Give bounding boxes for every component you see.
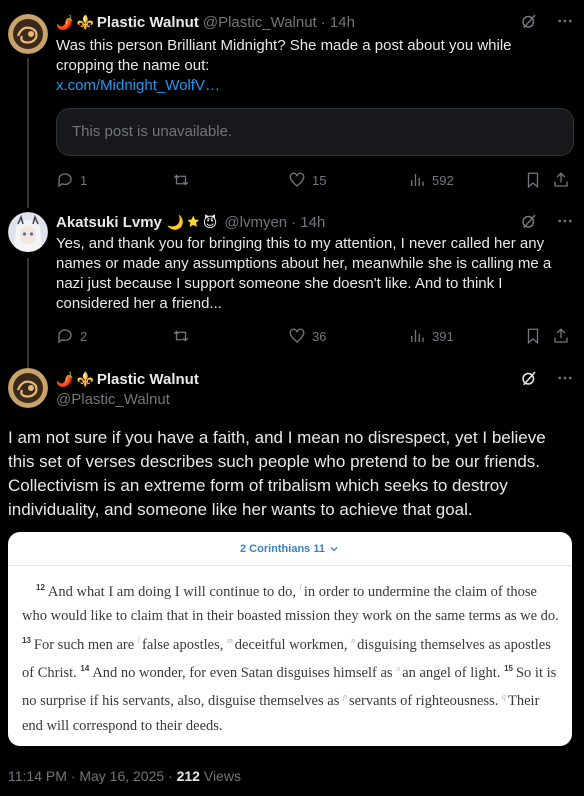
views-count: 212: [176, 768, 200, 784]
action-bar: 2 36 391: [56, 326, 570, 346]
share-icon: [554, 328, 568, 343]
view-count: 592: [432, 172, 454, 188]
views-button[interactable]: 592: [408, 171, 454, 189]
views-button[interactable]: 391: [408, 327, 454, 345]
post-text-body: Was this person Brilliant Midnight? She …: [56, 37, 512, 74]
views-chart-icon: [411, 174, 424, 186]
reply-icon: [58, 329, 72, 344]
cross-reference-marker: o: [396, 664, 401, 674]
verse-segment: And no wonder, for even Satan disguises …: [92, 664, 397, 681]
like-button[interactable]: 15: [288, 171, 326, 189]
focused-post-text: I am not sure if you have a faith, and I…: [8, 428, 546, 519]
thread-line: [27, 258, 29, 368]
bookmark-button[interactable]: [524, 171, 542, 189]
view-count: 391: [432, 328, 454, 344]
display-name[interactable]: Plastic Walnut: [97, 371, 199, 388]
cross-reference-marker: n: [351, 635, 356, 645]
fleur-de-lis-emoji: ⚜️: [76, 370, 94, 387]
verse-segment: an angel of light.: [402, 664, 505, 681]
bookmark-button[interactable]: [524, 327, 542, 345]
cross-reference-marker: p: [342, 692, 347, 702]
more-icon[interactable]: [556, 212, 574, 230]
chili-emoji: 🌶️: [56, 13, 74, 30]
bookmark-icon: [527, 172, 539, 189]
verse-number: 15: [504, 664, 513, 674]
fleur-de-lis-emoji: ⚜️: [76, 13, 94, 30]
reply-button[interactable]: 2: [56, 327, 87, 345]
chapter-selector: 2 Corinthians 11: [8, 532, 572, 566]
display-name[interactable]: Akatsuki Lvmy: [56, 214, 162, 231]
cross-reference-marker: l: [299, 583, 302, 592]
grok-icon[interactable]: [520, 212, 538, 230]
verse-text: 12 And what I am doing I will continue to…: [8, 566, 572, 738]
quoted-post-unavailable[interactable]: This post is unavailable.: [56, 108, 574, 156]
post-header: 🌶️ ⚜️ Plastic Walnut @Plastic_Walnut · 1…: [56, 12, 574, 32]
grok-icon[interactable]: [520, 369, 538, 387]
moon-emoji: 🌙: [166, 213, 185, 230]
verse-segment: And what I am doing I will continue to d…: [47, 583, 300, 600]
post-time[interactable]: · 14h: [291, 214, 325, 231]
reply-count: 2: [80, 328, 88, 344]
user-handle[interactable]: @Plastic_Walnut: [56, 391, 170, 408]
attached-image-bible-verses[interactable]: 2 Corinthians 11 12 And what I am doing I…: [8, 532, 572, 746]
timestamp[interactable]: 11:14 PM · May 16, 2025 ·: [8, 768, 177, 784]
reply-post-1[interactable]: 🌶️ ⚜️ Plastic Walnut @Plastic_Walnut · 1…: [0, 0, 584, 208]
bookmark-icon: [527, 328, 539, 345]
share-icon: [554, 172, 568, 187]
cross-reference-marker: l: [137, 635, 141, 645]
display-name[interactable]: Plastic Walnut: [97, 14, 199, 31]
focused-handle-row: @Plastic_Walnut: [56, 389, 574, 409]
share-button[interactable]: [552, 327, 570, 345]
post-link[interactable]: x.com/Midnight_WolfV…: [56, 77, 220, 94]
avatar[interactable]: [8, 212, 48, 252]
star-emoji: ⭐: [187, 216, 200, 228]
verse-segment: servants of righteousness.: [348, 693, 502, 710]
avatar[interactable]: [8, 14, 48, 54]
reply-button[interactable]: 1: [56, 171, 87, 189]
reply-icon: [58, 173, 72, 188]
focused-post-header: 🌶️ ⚜️ Plastic Walnut: [56, 369, 574, 389]
post-header: Akatsuki Lvmy 🌙 ⭐ 😈 @lvmyen · 14h: [56, 212, 574, 232]
verse-number: 14: [80, 664, 90, 674]
more-icon[interactable]: [556, 12, 574, 30]
repost-icon: [173, 174, 189, 186]
post-text: Was this person Brilliant Midnight? She …: [56, 36, 570, 96]
cross-reference-marker: q: [502, 692, 506, 702]
avatar[interactable]: [8, 368, 48, 408]
reply-post-2[interactable]: Akatsuki Lvmy 🌙 ⭐ 😈 @lvmyen · 14h Yes, a…: [0, 200, 584, 368]
verse-number: 12: [36, 583, 45, 592]
repost-button[interactable]: [172, 327, 190, 345]
verse-segment: For such men are: [33, 636, 138, 653]
repost-icon: [173, 330, 189, 342]
like-button[interactable]: 36: [288, 327, 326, 345]
repost-button[interactable]: [172, 171, 190, 189]
chapter-title: 2 Corinthians 11: [240, 542, 325, 555]
action-bar: 1 15 592: [56, 170, 570, 190]
post-meta: 11:14 PM · May 16, 2025 · 212 Views: [8, 768, 241, 784]
devil-emoji: 😈: [202, 213, 218, 230]
reply-count: 1: [80, 172, 88, 188]
heart-icon: [289, 172, 305, 187]
verse-segment: false apostles,: [142, 636, 227, 653]
post-text: Yes, and thank you for bringing this to …: [56, 235, 552, 312]
like-count: 15: [312, 172, 327, 188]
post-time[interactable]: · 14h: [321, 14, 355, 31]
share-button[interactable]: [552, 171, 570, 189]
heart-icon: [289, 328, 305, 343]
chili-emoji: 🌶️: [56, 370, 74, 387]
verse-segment: deceitful workmen,: [234, 636, 352, 653]
unavailable-text: This post is unavailable.: [72, 123, 233, 140]
cross-reference-marker: m: [227, 635, 233, 645]
grok-icon[interactable]: [520, 12, 538, 30]
chevron-down-icon: [330, 546, 338, 551]
user-handle[interactable]: @lvmyen: [224, 214, 287, 231]
like-count: 36: [312, 328, 327, 344]
thread-line: [27, 58, 29, 208]
more-icon[interactable]: [556, 369, 574, 387]
user-handle[interactable]: @Plastic_Walnut: [203, 14, 317, 31]
views-label: Views: [199, 768, 241, 784]
verse-number: 13: [22, 635, 31, 645]
views-chart-icon: [411, 330, 424, 342]
